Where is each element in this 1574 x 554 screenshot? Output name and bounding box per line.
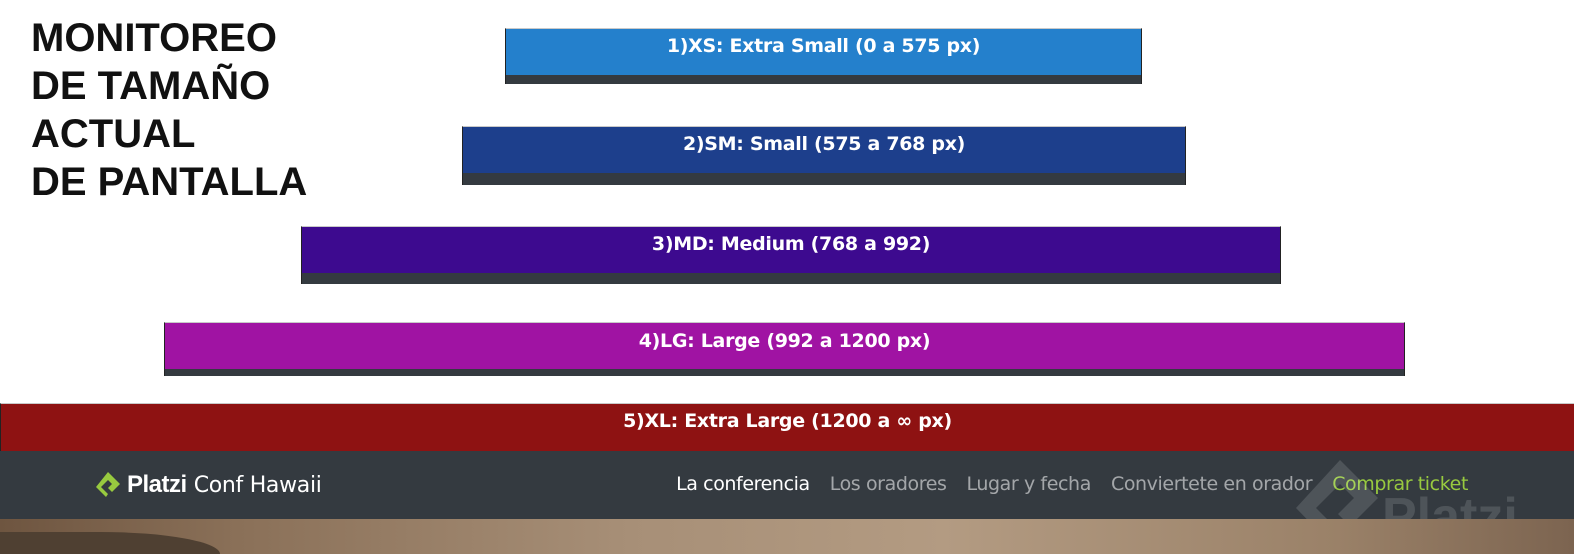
- banner-strip: [165, 369, 1404, 376]
- breakpoint-xs-label: 1)XS: Extra Small (0 a 575 px): [666, 35, 981, 57]
- breakpoint-lg-label: 4)LG: Large (992 a 1200 px): [638, 330, 931, 352]
- nav-link-la-conferencia[interactable]: La conferencia: [676, 473, 810, 495]
- breakpoint-md-label: 3)MD: Medium (768 a 992): [651, 233, 931, 255]
- brand-link[interactable]: Platzi Conf Hawaii: [93, 469, 322, 501]
- breakpoint-xl-banner: 5)XL: Extra Large (1200 a ∞ px): [0, 403, 1574, 451]
- breakpoint-xl-label: 5)XL: Extra Large (1200 a ∞ px): [623, 410, 952, 432]
- hero-image: [0, 519, 1574, 554]
- breakpoint-md-banner: 3)MD: Medium (768 a 992): [301, 226, 1281, 284]
- breakpoint-sm-label: 2)SM: Small (575 a 768 px): [682, 133, 966, 155]
- platzi-logo-icon: [96, 472, 120, 497]
- nav-link-lugar-y-fecha[interactable]: Lugar y fecha: [967, 473, 1092, 495]
- banner-strip: [506, 75, 1141, 84]
- banner-strip: [302, 273, 1280, 284]
- brand-platzi-text: Platzi: [127, 471, 187, 498]
- page-title: MONITOREO DE TAMAÑO ACTUAL DE PANTALLA: [31, 14, 307, 206]
- nav-link-comprar-ticket[interactable]: Comprar ticket: [1332, 473, 1468, 495]
- hero-landscape-shape: [0, 532, 220, 554]
- title-line: DE PANTALLA: [31, 160, 308, 204]
- title-line: MONITOREO: [31, 16, 277, 60]
- breakpoint-sm-banner: 2)SM: Small (575 a 768 px): [462, 126, 1186, 185]
- nav-links: La conferencia Los oradores Lugar y fech…: [676, 473, 1468, 495]
- brand-conf-text: Conf Hawaii: [193, 472, 322, 498]
- navbar: Platzi Conf Hawaii La conferencia Los or…: [0, 451, 1574, 519]
- banner-strip: [463, 173, 1185, 185]
- title-line: DE TAMAÑO: [31, 64, 271, 108]
- breakpoint-xs-banner: 1)XS: Extra Small (0 a 575 px): [505, 28, 1142, 84]
- breakpoint-lg-banner: 4)LG: Large (992 a 1200 px): [164, 322, 1405, 376]
- title-line: ACTUAL: [31, 112, 196, 156]
- nav-link-conviertete-en-orador[interactable]: Conviertete en orador: [1111, 473, 1313, 495]
- nav-link-los-oradores[interactable]: Los oradores: [830, 473, 947, 495]
